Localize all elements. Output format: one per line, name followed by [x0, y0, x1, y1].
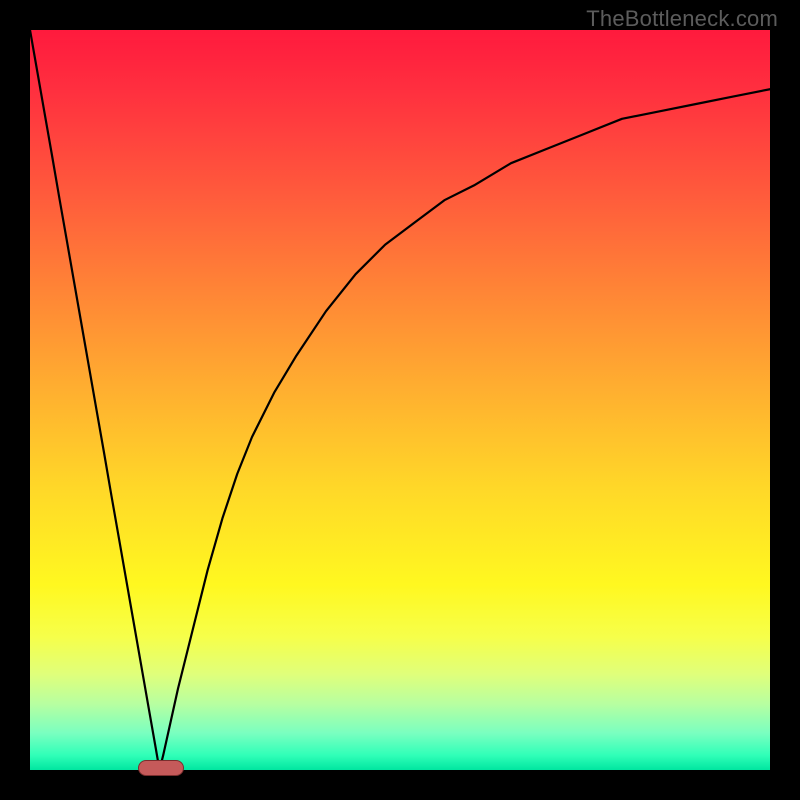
watermark-text: TheBottleneck.com	[586, 6, 778, 32]
chart-frame: TheBottleneck.com	[0, 0, 800, 800]
optimum-marker	[138, 760, 184, 776]
bottleneck-curve	[30, 30, 770, 770]
plot-area	[30, 30, 770, 770]
curve-svg	[30, 30, 770, 770]
